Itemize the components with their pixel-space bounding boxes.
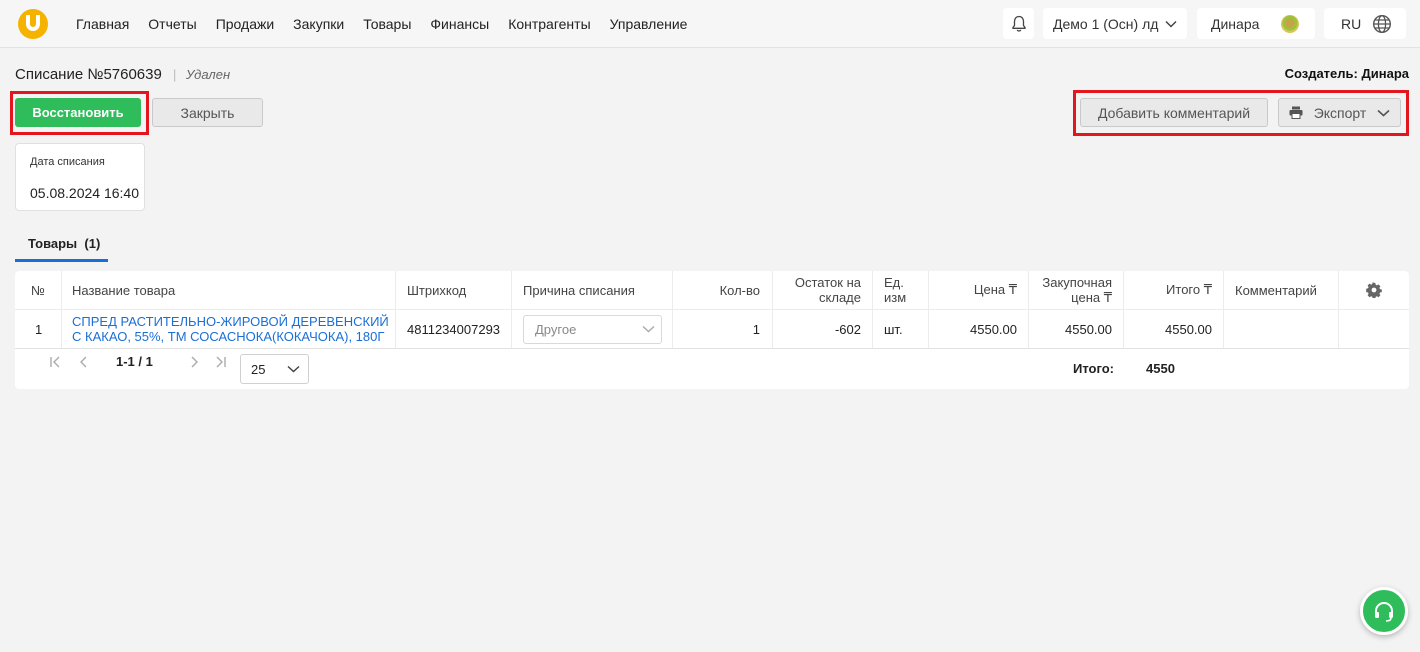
nav-item-purchases[interactable]: Закупки — [293, 16, 344, 32]
column-header-purchase-price: Закупочная цена ₸ — [1029, 271, 1124, 309]
export-button[interactable]: Экспорт — [1278, 98, 1401, 127]
nav-item-home[interactable]: Главная — [76, 16, 129, 32]
printer-icon — [1289, 106, 1303, 119]
globe-icon — [1372, 14, 1392, 33]
page-size-select[interactable]: 25 — [240, 354, 309, 384]
purchase-header-line1: Закупочная — [1042, 275, 1112, 290]
title-separator: | — [173, 67, 177, 82]
unit-header-line1: Ед. — [884, 275, 904, 290]
column-header-comment: Комментарий — [1224, 271, 1339, 309]
page-range: 1-1 / 1 — [116, 354, 153, 369]
cell-reason: Другое — [512, 310, 673, 348]
chevron-down-icon — [642, 325, 655, 333]
cell-purchase-price: 4550.00 — [1029, 310, 1124, 348]
product-link-line2[interactable]: С КАКАО, 55%, ТМ СОСАСНОКА(КОКАЧОКА), 18… — [72, 329, 384, 344]
nav-item-sales[interactable]: Продажи — [216, 16, 274, 32]
main-nav: Главная Отчеты Продажи Закупки Товары Фи… — [76, 16, 687, 32]
chevron-down-icon — [287, 365, 300, 373]
user-menu[interactable]: Динара — [1197, 8, 1315, 39]
restore-button[interactable]: Восстановить — [15, 98, 141, 127]
column-settings[interactable] — [1339, 271, 1409, 309]
cell-number: 1 — [15, 310, 62, 348]
column-header-barcode: Штрихкод — [396, 271, 512, 309]
column-header-unit: Ед. изм — [873, 271, 929, 309]
nav-item-reports[interactable]: Отчеты — [148, 16, 196, 32]
cell-row-actions — [1339, 310, 1409, 348]
cell-barcode: 4811234007293 — [396, 310, 512, 348]
first-page-icon[interactable] — [49, 355, 63, 369]
company-name: Демо 1 (Осн) лд — [1053, 15, 1159, 32]
language-code: RU — [1341, 15, 1362, 32]
logo-icon[interactable] — [18, 9, 48, 39]
nav-item-management[interactable]: Управление — [610, 16, 688, 32]
cell-unit: шт. — [873, 310, 929, 348]
cell-stock: -602 — [773, 310, 873, 348]
company-selector[interactable]: Демо 1 (Осн) лд — [1043, 8, 1187, 39]
export-label: Экспорт — [1313, 104, 1367, 121]
column-header-reason: Причина списания — [512, 271, 673, 309]
row-divider — [15, 348, 1409, 349]
stock-header-line1: Остаток на — [794, 275, 861, 290]
status-label: Удален — [186, 67, 231, 82]
support-chat-button[interactable] — [1360, 587, 1408, 635]
top-navigation-bar: Главная Отчеты Продажи Закупки Товары Фи… — [0, 0, 1420, 48]
products-table: № Название товара Штрихкод Причина списа… — [15, 271, 1409, 389]
column-header-price: Цена ₸ — [929, 271, 1029, 309]
creator-name: Динара — [1361, 66, 1409, 81]
tab-products[interactable]: Товары (1) — [15, 228, 108, 262]
page-size-value: 25 — [251, 361, 266, 377]
close-button[interactable]: Закрыть — [152, 98, 263, 127]
next-page-icon[interactable] — [189, 355, 199, 369]
nav-item-counterparties[interactable]: Контрагенты — [508, 16, 590, 32]
stock-header-line2: складе — [819, 290, 861, 305]
chevron-down-icon — [1377, 109, 1390, 117]
date-card: Дата списания 05.08.2024 16:40 — [15, 143, 145, 211]
chevron-down-icon — [1165, 20, 1177, 28]
summary-value: 4550 — [1146, 361, 1175, 376]
nav-item-finance[interactable]: Финансы — [430, 16, 489, 32]
creator-info: Создатель: Динара — [1285, 66, 1409, 81]
notifications-button[interactable] — [1003, 8, 1034, 39]
date-value: 05.08.2024 16:40 — [30, 185, 139, 201]
prev-page-icon[interactable] — [79, 355, 89, 369]
product-link-line1[interactable]: СПРЕД РАСТИТЕЛЬНО-ЖИРОВОЙ ДЕРЕВЕНСКИЙ — [72, 314, 389, 329]
column-header-quantity: Кол-во — [673, 271, 773, 309]
headset-icon — [1375, 602, 1393, 622]
user-name: Динара — [1211, 15, 1260, 32]
summary-label: Итого: — [1073, 361, 1114, 376]
cell-price: 4550.00 — [929, 310, 1029, 348]
nav-item-products[interactable]: Товары — [363, 16, 411, 32]
reason-value: Другое — [535, 321, 577, 337]
purchase-header-line2: цена ₸ — [1071, 290, 1112, 305]
column-header-stock: Остаток на складе — [773, 271, 873, 309]
cell-product-name[interactable]: СПРЕД РАСТИТЕЛЬНО-ЖИРОВОЙ ДЕРЕВЕНСКИЙ С … — [62, 310, 396, 348]
language-selector[interactable]: RU — [1324, 8, 1406, 39]
column-header-number: № — [15, 271, 62, 309]
pagination: 1-1 / 1 — [49, 354, 227, 369]
creator-label: Создатель: — [1284, 66, 1358, 81]
last-page-icon[interactable] — [213, 355, 227, 369]
cell-quantity: 1 — [673, 310, 773, 348]
gear-icon[interactable] — [1366, 282, 1382, 298]
unit-header-line2: изм — [884, 290, 907, 305]
column-header-name: Название товара — [62, 271, 396, 309]
add-comment-button[interactable]: Добавить комментарий — [1080, 98, 1268, 127]
date-label: Дата списания — [30, 156, 105, 168]
column-header-total: Итого ₸ — [1124, 271, 1224, 309]
reason-select[interactable]: Другое — [523, 314, 662, 344]
cell-comment[interactable] — [1224, 310, 1339, 348]
page-title: Списание №5760639 — [15, 66, 162, 83]
avatar — [1281, 14, 1299, 33]
cell-total: 4550.00 — [1124, 310, 1224, 348]
bell-icon — [1011, 15, 1026, 32]
